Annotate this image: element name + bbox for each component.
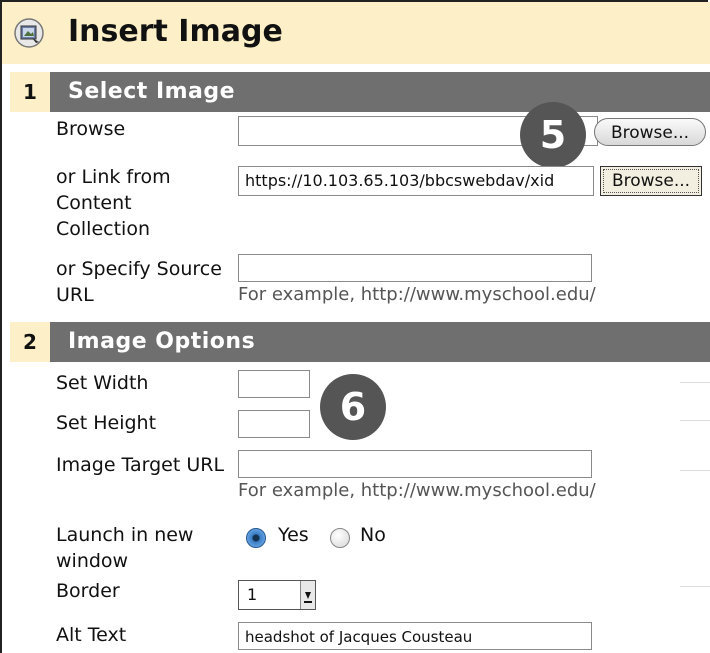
- source-url-label: or Specify Source URL: [56, 258, 222, 306]
- set-height-field[interactable]: [238, 410, 310, 438]
- set-width-field[interactable]: [238, 370, 310, 398]
- browse-content-collection-button[interactable]: Browse...: [600, 166, 702, 196]
- section-header-image-options: Image Options: [50, 322, 710, 362]
- page-title: Insert Image: [68, 14, 283, 49]
- insert-image-icon: [14, 18, 44, 48]
- link-content-collection-label: or Link from Content Collection: [56, 166, 171, 240]
- browse-label: Browse: [56, 118, 126, 140]
- launch-no-label[interactable]: No: [360, 522, 386, 548]
- launch-new-window-label: Launch in new window: [56, 524, 194, 572]
- border-select-value: 1: [247, 585, 258, 604]
- chevron-down-icon: [300, 581, 315, 609]
- image-target-url-field[interactable]: [238, 450, 592, 478]
- launch-yes-radio[interactable]: [246, 528, 266, 548]
- content-collection-link-field[interactable]: https://10.103.65.103/bbcswebdav/xid: [238, 166, 594, 196]
- source-url-hint: For example, http://www.myschool.edu/: [238, 284, 596, 305]
- alt-text-label: Alt Text: [56, 624, 127, 646]
- set-width-label: Set Width: [56, 372, 149, 394]
- alt-text-field[interactable]: headshot of Jacques Cousteau: [238, 622, 592, 650]
- row-divider: [680, 586, 710, 587]
- row-divider: [680, 470, 710, 471]
- image-target-url-label: Image Target URL: [56, 454, 225, 476]
- browse-local-button[interactable]: Browse...: [594, 118, 706, 146]
- source-url-field[interactable]: [238, 254, 592, 282]
- launch-no-radio[interactable]: [330, 528, 350, 548]
- callout-badge-6: 6: [320, 374, 386, 440]
- section-header-select-image: Select Image: [50, 72, 710, 112]
- row-divider: [680, 420, 710, 421]
- launch-yes-label[interactable]: Yes: [278, 522, 309, 548]
- border-label: Border: [56, 580, 120, 602]
- image-target-url-hint: For example, http://www.myschool.edu/: [238, 480, 596, 501]
- set-height-label: Set Height: [56, 412, 157, 434]
- row-divider: [680, 382, 710, 383]
- section-number-2: 2: [10, 322, 50, 362]
- section-number-1: 1: [10, 72, 50, 112]
- callout-badge-5: 5: [520, 102, 586, 168]
- border-select[interactable]: 1: [238, 580, 316, 610]
